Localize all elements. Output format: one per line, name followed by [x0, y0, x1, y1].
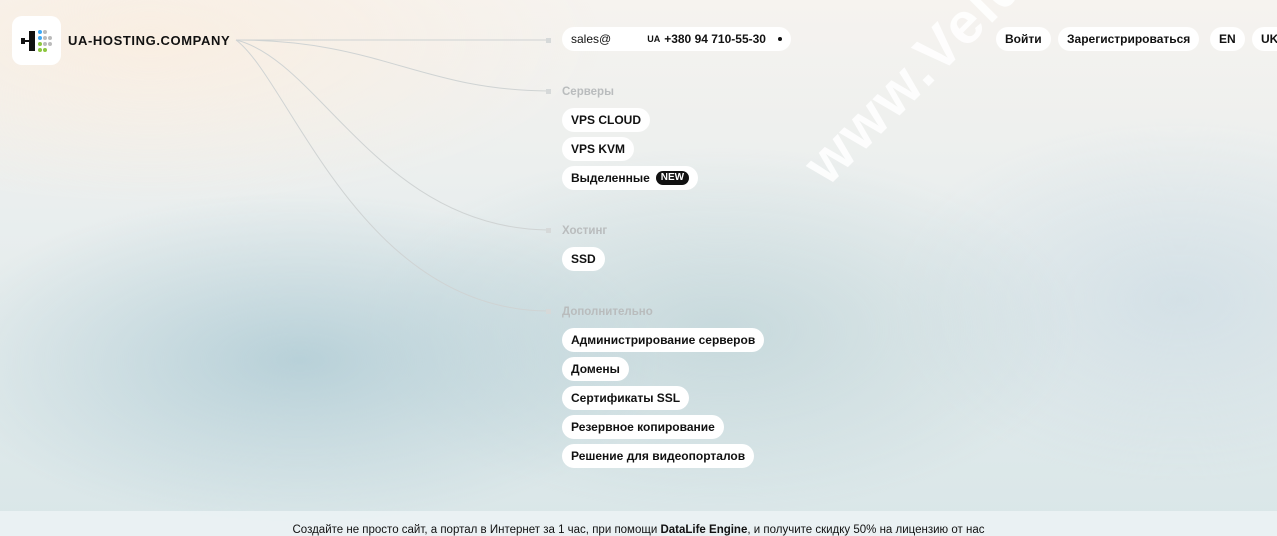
contact-menu-dot-icon[interactable] — [777, 37, 782, 41]
menu-item-ssd[interactable]: SSD — [562, 247, 605, 271]
menu-item-dedicated[interactable]: Выделенные NEW — [562, 166, 699, 190]
menu-item-vps-kvm[interactable]: VPS KVM — [562, 137, 635, 161]
promo-text-before: Создайте не просто сайт, а портал в Инте… — [292, 524, 661, 536]
contact-email[interactable]: sales@ — [571, 32, 611, 46]
menu-item-dedicated-label: Выделенные — [571, 171, 650, 185]
section-extra-title: Дополнительно — [562, 306, 653, 318]
connector-node — [546, 38, 551, 43]
menu-item-vps-cloud[interactable]: VPS CLOUD — [562, 108, 651, 132]
promo-product-link[interactable]: DataLife Engine — [660, 524, 747, 536]
connector-node — [546, 89, 551, 94]
section-hosting-title: Хостинг — [562, 225, 608, 237]
menu-item-server-admin[interactable]: Администрирование серверов — [562, 328, 765, 352]
section-servers-title: Серверы — [562, 86, 614, 98]
promo-text[interactable]: Создайте не просто сайт, а портал в Инте… — [0, 524, 1277, 536]
connector-node — [546, 228, 551, 233]
brand-name[interactable]: UA-HOSTING.COMPANY — [68, 33, 230, 48]
menu-item-domains[interactable]: Домены — [562, 357, 629, 381]
connector-servers — [235, 39, 549, 92]
lang-uk-button[interactable]: UK — [1252, 27, 1277, 51]
login-button[interactable]: Войти — [996, 27, 1051, 51]
promo-text-after: , и получите скидку 50% на лицензию от н… — [747, 524, 985, 536]
menu-item-backup[interactable]: Резервное копирование — [562, 415, 724, 439]
logo[interactable] — [12, 16, 61, 65]
register-button[interactable]: Зарегистрироваться — [1058, 27, 1200, 51]
new-badge: NEW — [655, 171, 690, 185]
connector-node — [546, 309, 551, 314]
connector-extra — [235, 39, 549, 312]
lang-en-button[interactable]: EN — [1210, 27, 1245, 51]
contact-phone[interactable]: +380 94 710-55-30 — [664, 32, 766, 46]
menu-item-ssl[interactable]: Сертификаты SSL — [562, 386, 690, 410]
menu-item-video-portals[interactable]: Решение для видеопорталов — [562, 444, 755, 468]
server-rack-logo-icon — [20, 29, 52, 52]
contact-pill[interactable]: sales@ UA +380 94 710-55-30 — [562, 27, 791, 51]
connector-hosting — [235, 39, 549, 231]
country-tag: UA — [647, 34, 661, 44]
